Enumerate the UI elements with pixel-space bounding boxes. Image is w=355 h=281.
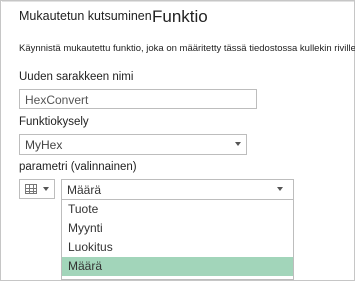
parameter-dropdown[interactable]: Määrä xyxy=(61,179,294,200)
function-query-label: Funktiokysely xyxy=(19,116,89,128)
chevron-down-icon[interactable] xyxy=(235,142,241,146)
new-column-name-label: Uuden sarakkeen nimi xyxy=(19,71,134,83)
option-maara[interactable]: Määrä xyxy=(62,257,293,276)
option-luokitus[interactable]: Luokitus xyxy=(62,238,293,257)
function-query-value: MyHex xyxy=(25,138,63,152)
option-myynti[interactable]: Myynti xyxy=(62,219,293,238)
option-tuote[interactable]: Tuote xyxy=(62,200,293,219)
dialog-description: Käynnistä mukautettu funktio, joka on mä… xyxy=(19,43,355,54)
parameter-selected-value: Määrä xyxy=(67,183,102,197)
dialog-subtitle: Funktio xyxy=(152,7,208,26)
top-border xyxy=(2,1,354,2)
table-icon xyxy=(25,184,37,194)
chevron-down-icon[interactable] xyxy=(277,187,283,191)
parameter-type-button[interactable] xyxy=(19,179,55,199)
dialog-title: Mukautetun kutsuminen xyxy=(19,9,152,23)
dialog: Mukautetun kutsuminen Funktio Käynnistä … xyxy=(0,0,355,281)
parameter-label: parametri (valinnainen) xyxy=(19,161,137,173)
new-column-name-input[interactable]: HexConvert xyxy=(19,89,257,109)
parameter-options-list: Tuote Myynti Luokitus Määrä xyxy=(61,200,294,280)
function-query-dropdown[interactable]: MyHex xyxy=(19,134,247,155)
chevron-down-icon[interactable] xyxy=(43,187,49,191)
